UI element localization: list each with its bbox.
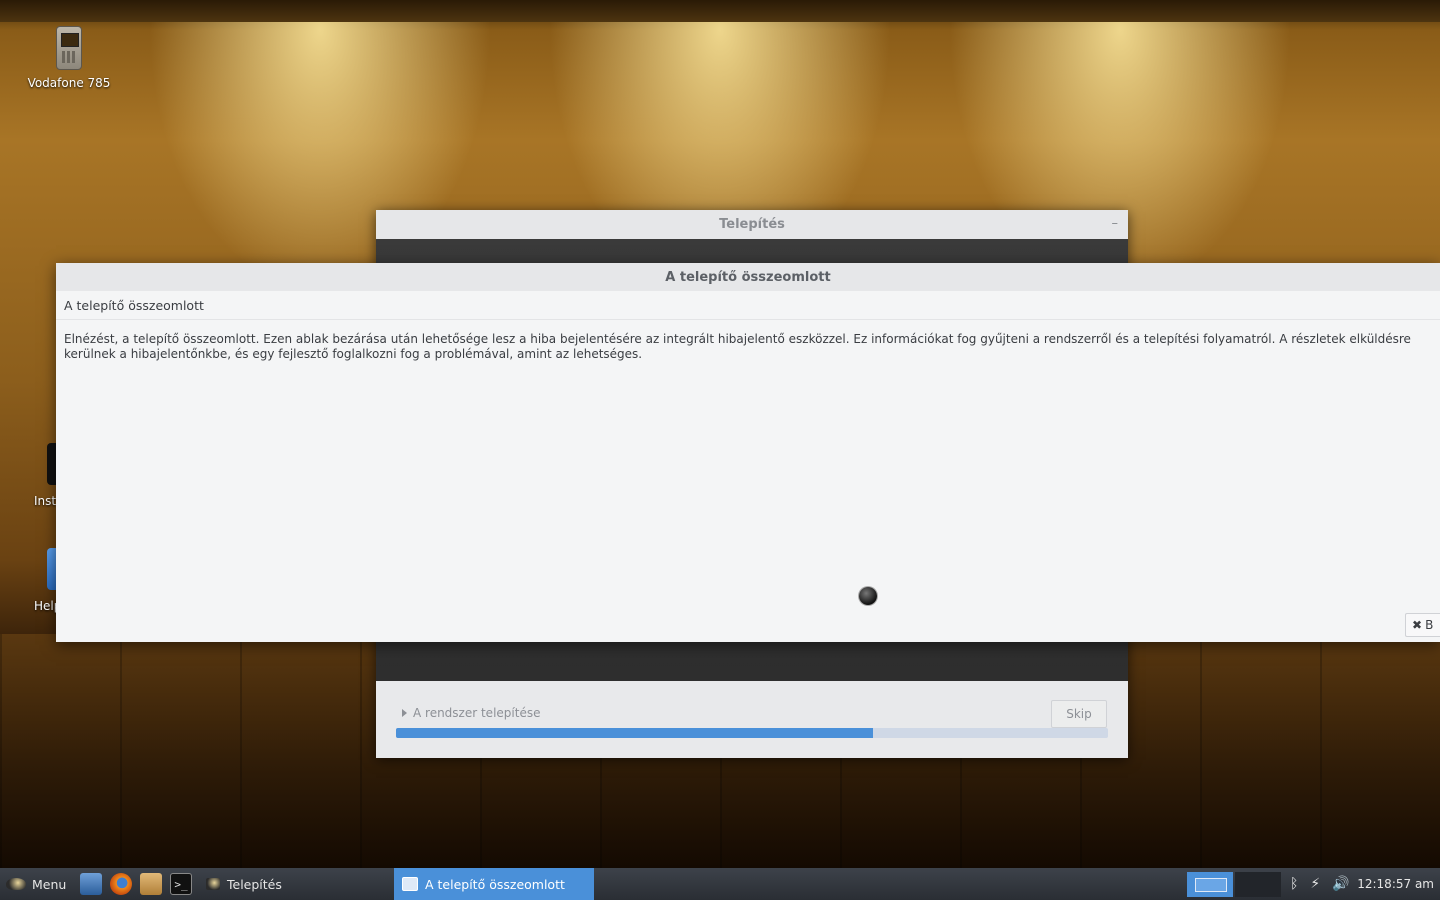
- workspace-switcher[interactable]: [1187, 872, 1283, 897]
- expander-arrow-icon: [402, 709, 407, 717]
- install-progress-bar: [396, 728, 1108, 738]
- crash-dialog: A telepítő összeomlott A telepítő összeo…: [56, 263, 1440, 642]
- installer-task-icon: [206, 878, 220, 890]
- progress-fill: [396, 728, 874, 738]
- system-tray: ᛒ ⚡ 🔊: [1290, 868, 1350, 900]
- minimize-button[interactable]: –: [1112, 216, 1119, 231]
- close-x-icon: ✖: [1412, 618, 1423, 632]
- window-title: Telepítés: [719, 217, 785, 232]
- dialog-titlebar[interactable]: A telepítő összeomlott: [56, 263, 1440, 291]
- network-icon[interactable]: ⚡: [1310, 876, 1320, 892]
- taskbar: Menu >_ Telepítés A telepítő összeomlott…: [0, 868, 1440, 900]
- home-folder-icon[interactable]: [140, 873, 162, 895]
- wallpaper-top-edge: [0, 0, 1440, 22]
- desktop-icon-label[interactable]: Inst: [34, 494, 56, 508]
- dialog-title: A telepítő összeomlott: [665, 269, 831, 285]
- phone-icon: [56, 26, 82, 70]
- workspace-1[interactable]: [1187, 872, 1233, 897]
- clock[interactable]: 12:18:57 am: [1357, 868, 1434, 900]
- installer-titlebar[interactable]: Telepítés –: [376, 210, 1128, 239]
- skip-button[interactable]: Skip: [1051, 700, 1107, 728]
- close-button[interactable]: ✖ B: [1405, 613, 1440, 637]
- task-label: Telepítés: [227, 876, 282, 892]
- show-desktop-icon[interactable]: [80, 873, 102, 895]
- step-expander[interactable]: A rendszer telepítése: [402, 706, 540, 720]
- busy-cursor-icon: [859, 587, 877, 605]
- volume-icon[interactable]: 🔊: [1332, 876, 1349, 892]
- menu-logo-icon: [6, 878, 26, 890]
- dialog-heading: A telepítő összeomlott: [56, 291, 1440, 320]
- step-label: A rendszer telepítése: [413, 706, 541, 720]
- terminal-icon[interactable]: >_: [170, 873, 192, 895]
- close-button-label: B: [1425, 618, 1434, 632]
- menu-button[interactable]: Menu: [0, 877, 72, 892]
- task-item-installer[interactable]: Telepítés: [198, 868, 394, 900]
- task-item-crash-dialog[interactable]: A telepítő összeomlott: [394, 868, 594, 900]
- desktop-icon-label: Vodafone 785: [27, 76, 111, 90]
- workspace-2[interactable]: [1235, 872, 1281, 897]
- window-task-icon: [402, 877, 418, 891]
- installer-status-bar: A rendszer telepítése Skip: [376, 681, 1128, 758]
- bluetooth-icon[interactable]: ᛒ: [1290, 876, 1298, 892]
- task-label: A telepítő összeomlott: [425, 876, 565, 892]
- firefox-icon[interactable]: [110, 873, 132, 895]
- desktop-icon-vodafone[interactable]: Vodafone 785: [19, 26, 119, 90]
- dialog-message: Elnézést, a telepítő összeomlott. Ezen a…: [64, 332, 1411, 361]
- menu-label: Menu: [32, 876, 67, 892]
